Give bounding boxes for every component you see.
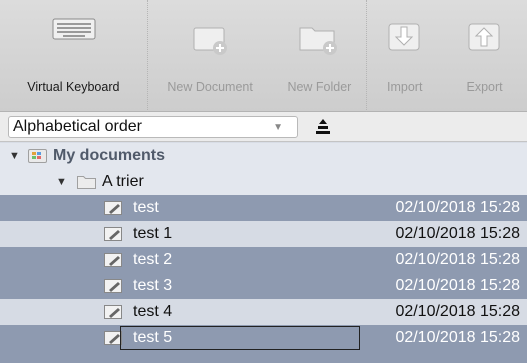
document-row[interactable]: test 2 02/10/2018 15:28 [0,247,527,273]
tree-root-label: My documents [53,147,166,164]
document-name: test 5 [133,329,173,346]
disclosure-triangle-icon[interactable]: ▼ [9,143,20,169]
document-row[interactable]: test 4 02/10/2018 15:28 [0,299,527,325]
document-name: test 1 [133,225,173,242]
document-row[interactable]: test 1 02/10/2018 15:28 [0,221,527,247]
chevron-down-icon: ▼ [273,122,283,133]
import-label: Import [387,80,423,94]
new-document-label: New Document [167,80,253,94]
keyboard-icon [52,18,96,40]
new-folder-label: New Folder [287,80,352,94]
document-row[interactable]: test 5 02/10/2018 15:28 [0,325,527,363]
document-name: test 2 [133,251,173,268]
new-folder-button[interactable]: New Folder [272,0,366,112]
tree-root-row[interactable]: ▼ My documents [0,143,527,169]
document-name: test 3 [133,277,173,294]
sort-direction-icon [316,119,330,134]
document-icon [104,305,122,319]
document-date: 02/10/2018 15:28 [395,199,520,216]
export-label: Export [466,80,503,94]
my-documents-icon [28,149,47,163]
document-date: 02/10/2018 15:28 [395,303,520,320]
document-date: 02/10/2018 15:28 [395,251,520,268]
sort-order-value: Alphabetical order [13,118,142,135]
document-icon [104,227,122,241]
import-icon [388,23,420,51]
sort-order-select[interactable]: Alphabetical order ▼ [8,116,298,138]
export-button[interactable]: Export [442,0,527,112]
sort-bar: Alphabetical order ▼ [0,112,527,142]
document-icon [104,253,122,267]
document-name: test 4 [133,303,173,320]
folder-icon [77,176,96,189]
import-button[interactable]: Import [367,0,442,112]
new-document-button[interactable]: New Document [148,0,273,112]
disclosure-triangle-icon[interactable]: ▼ [56,169,67,195]
toolbar: Virtual Keyboard New Document New Folder… [0,0,527,112]
document-icon [104,279,122,293]
document-row[interactable]: test 02/10/2018 15:28 [0,195,527,221]
export-icon [468,23,500,51]
folder-label: A trier [102,173,144,190]
folder-row[interactable]: ▼ A trier [0,169,527,195]
document-row[interactable]: test 3 02/10/2018 15:28 [0,273,527,299]
document-name: test [133,199,159,216]
new-folder-icon [299,27,338,55]
document-date: 02/10/2018 15:28 [395,277,520,294]
sort-direction-button[interactable] [313,117,333,137]
new-document-icon [193,27,227,55]
document-date: 02/10/2018 15:28 [395,329,520,346]
virtual-keyboard-label: Virtual Keyboard [27,80,120,94]
document-icon [104,201,122,215]
document-date: 02/10/2018 15:28 [395,225,520,242]
virtual-keyboard-button[interactable]: Virtual Keyboard [0,0,147,112]
